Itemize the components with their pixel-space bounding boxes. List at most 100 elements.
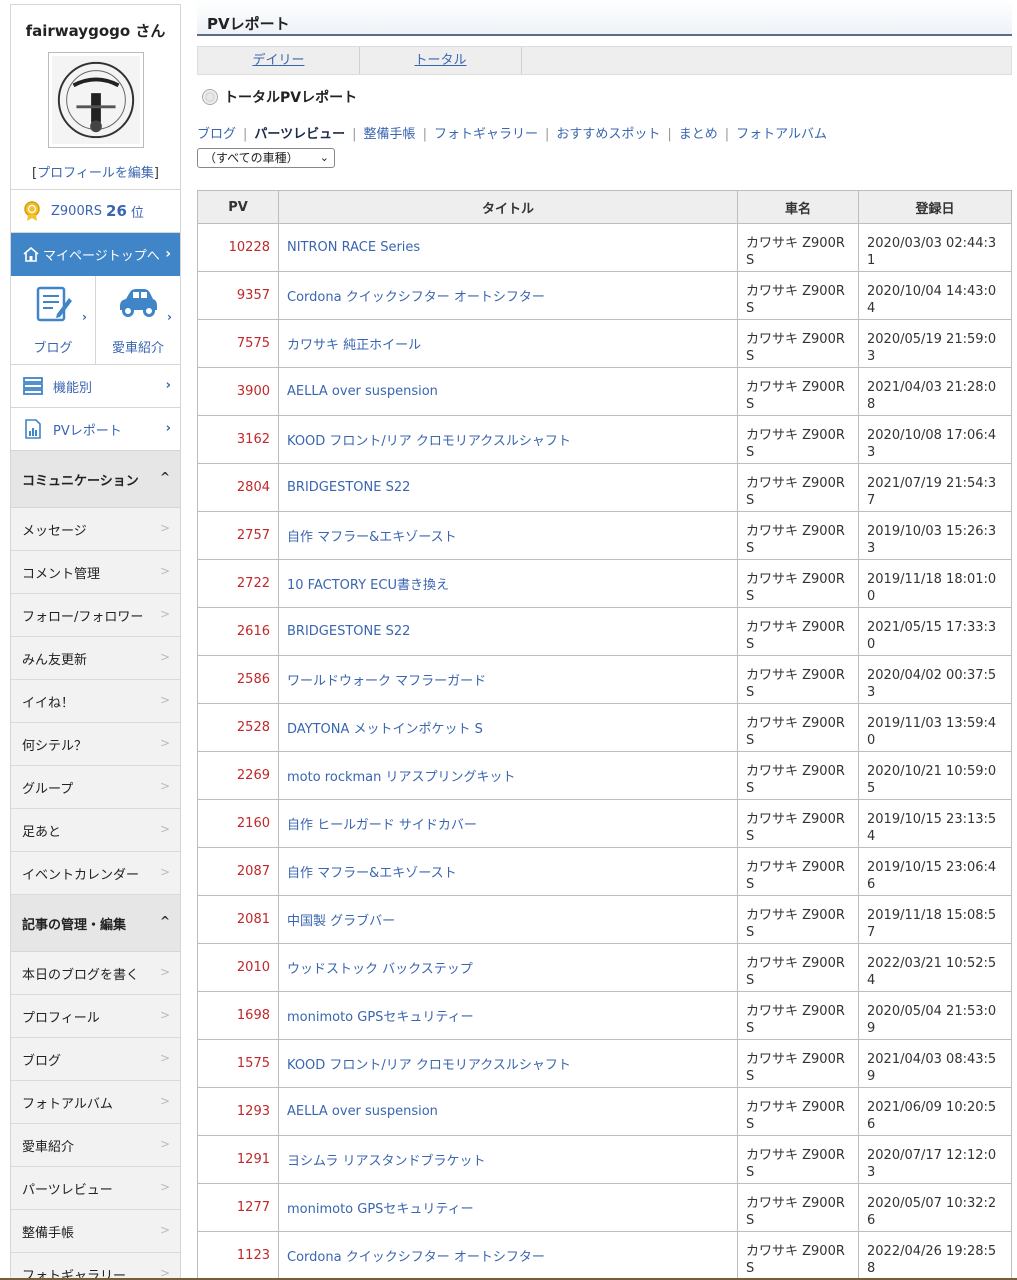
chevron-down-icon: ⌄ [319,151,329,164]
review-title-link[interactable]: 自作 ヒールガード サイドカバー [287,818,477,833]
sidebar-item-label: ブログ [22,1053,62,1069]
filter-parts-review[interactable]: パーツレビュー [254,127,345,142]
blog-shortcut[interactable]: › ブログ [11,276,95,364]
review-title-link[interactable]: BRIDGESTONE S22 [287,624,410,639]
table-row: 10228 NITRON RACE Series カワサキ Z900RS 2020/0… [197,223,1012,272]
radio-icon [202,89,218,105]
filter-separator: | [422,127,427,142]
sidebar-item-messages[interactable]: メッセージ > [11,508,180,551]
sidebar-item-groups[interactable]: グループ > [11,766,180,809]
filter-maintenance[interactable]: 整備手帳 [364,127,416,142]
review-title-link[interactable]: monimoto GPSセキュリティー [287,1202,474,1217]
tab-total-link[interactable]: トータル [414,53,466,68]
sidebar-item-label: フォロー/フォロワー [22,609,144,625]
car-shortcut[interactable]: › 愛車紹介 [95,276,180,364]
sidebar-item-follow[interactable]: フォロー/フォロワー > [11,594,180,637]
header-pv: PV [197,190,279,224]
sidebar-item-label: フォトアルバム [22,1096,113,1112]
review-title-link[interactable]: NITRON RACE Series [287,240,420,255]
sidebar-item-blog[interactable]: ブログ > [11,1038,180,1081]
functions-menu[interactable]: 機能別 › [11,365,180,408]
sidebar-item-write-blog[interactable]: 本日のブログを書く > [11,952,180,995]
chevron-right-icon: › [165,378,171,393]
review-title-link[interactable]: Cordona クイックシフター オートシフター [287,290,545,305]
registered-date: 2020/03/03 02:44:31 [858,223,1012,272]
filter-photo-gallery[interactable]: フォトギャラリー [434,127,538,142]
report-tabs: デイリー トータル [197,46,1012,75]
registered-date: 2021/04/03 21:28:08 [858,367,1012,416]
sidebar-item-label: 足あと [22,824,62,840]
chevron-right-icon: > [159,965,170,979]
review-title-link[interactable]: AELLA over suspension [287,384,438,399]
sidebar-item-label: 愛車紹介 [22,1139,75,1155]
review-title-link[interactable]: Cordona クイックシフター オートシフター [287,1250,545,1265]
blog-icon [36,286,72,322]
sidebar-item-label: プロフィール [22,1010,100,1026]
review-title-link[interactable]: 自作 マフラー&エキゾースト [287,866,457,881]
chevron-right-icon: > [159,521,170,535]
title-cell: KOOD フロント/リア クロモリアクスルシャフト [278,1039,738,1088]
review-title-link[interactable]: 自作 マフラー&エキゾースト [287,530,457,545]
filter-separator: | [667,127,672,142]
sidebar-item-car[interactable]: 愛車紹介 > [11,1124,180,1167]
filter-summary[interactable]: まとめ [679,127,718,142]
table-row: 2081 中国製 グラブバー カワサキ Z900RS 2019/11/18 15:08… [197,895,1012,944]
sidebar-item-event-calendar[interactable]: イベントカレンダー > [11,852,180,895]
filter-blog[interactable]: ブログ [197,127,236,142]
review-title-link[interactable]: 中国製 グラブバー [287,914,395,929]
sidebar-item-footprints[interactable]: 足あと > [11,809,180,852]
registered-date: 2020/10/21 10:59:05 [858,751,1012,800]
sidebar-item-maintenance[interactable]: 整備手帳 > [11,1210,180,1253]
title-cell: AELLA over suspension [278,367,738,416]
review-title-link[interactable]: KOOD フロント/リア クロモリアクスルシャフト [287,1058,571,1073]
registered-date: 2021/07/19 21:54:37 [858,463,1012,512]
review-title-link[interactable]: KOOD フロント/リア クロモリアクスルシャフト [287,434,571,449]
mypage-top-button[interactable]: マイページトップへ › [11,233,180,276]
registered-date: 2019/11/18 15:08:57 [858,895,1012,944]
review-title-link[interactable]: カワサキ 純正ホイール [287,338,421,353]
car-name: カワサキ Z900RS [737,943,859,992]
sidebar-item-label: グループ [22,781,74,797]
articles-section-header[interactable]: 記事の管理・編集 ^ [11,895,180,952]
avatar[interactable] [47,52,144,148]
filter-recommended-spots[interactable]: おすすめスポット [556,127,660,142]
chevron-right-icon: > [159,1223,170,1237]
review-title-link[interactable]: ワールドウォーク マフラーガード [287,674,486,689]
sidebar-item-parts-review[interactable]: パーツレビュー > [11,1167,180,1210]
sidebar-item-profile[interactable]: プロフィール > [11,995,180,1038]
sidebar-item-friends-updates[interactable]: みん友更新 > [11,637,180,680]
table-row: 1698 monimoto GPSセキュリティー カワサキ Z900RS 2020/0… [197,991,1012,1040]
review-title-link[interactable]: AELLA over suspension [287,1104,438,1119]
car-select[interactable]: （すべての車種） ⌄ [197,148,335,168]
sidebar-item-comments[interactable]: コメント管理 > [11,551,180,594]
review-title-link[interactable]: DAYTONA メットインポケット S [287,722,483,737]
review-title-link[interactable]: ウッドストック バックステップ [287,962,473,977]
edit-profile-link[interactable]: プロフィールを編集 [37,166,154,181]
review-title-link[interactable]: 10 FACTORY ECU書き換え [287,578,449,593]
review-title-link[interactable]: moto rockman リアスプリングキット [287,770,516,785]
report-icon [25,419,41,439]
header-date: 登録日 [858,190,1012,224]
sidebar-item-doing[interactable]: 何シテル？ > [11,723,180,766]
review-title-link[interactable]: monimoto GPSセキュリティー [287,1010,474,1025]
pv-count: 7575 [197,319,279,368]
chevron-right-icon: > [159,779,170,793]
pv-count: 2081 [197,895,279,944]
review-title-link[interactable]: ヨシムラ リアスタンドブラケット [287,1154,485,1169]
sidebar-item-photo-gallery[interactable]: フォトギャラリー > [11,1253,180,1279]
car-name: カワサキ Z900RS [737,655,859,704]
table-row: 2160 自作 ヒールガード サイドカバー カワサキ Z900RS 2019/10/1… [197,799,1012,848]
sidebar-item-label: みん友更新 [22,652,88,668]
sidebar-item-likes[interactable]: イイね！ > [11,680,180,723]
title-cell: AELLA over suspension [278,1087,738,1136]
chevron-up-icon: ^ [159,914,170,928]
rank-box[interactable]: Z900RS 26 位 [11,190,180,233]
pv-report-menu[interactable]: PVレポート › [11,408,180,451]
review-title-link[interactable]: BRIDGESTONE S22 [287,480,410,495]
tab-daily-link[interactable]: デイリー [252,53,304,68]
sidebar-item-photo-album[interactable]: フォトアルバム > [11,1081,180,1124]
filter-photo-album[interactable]: フォトアルバム [736,127,827,142]
car-name: カワサキ Z900RS [737,223,859,272]
communication-section-header[interactable]: コミュニケーション ^ [11,451,180,508]
title-cell: KOOD フロント/リア クロモリアクスルシャフト [278,415,738,464]
